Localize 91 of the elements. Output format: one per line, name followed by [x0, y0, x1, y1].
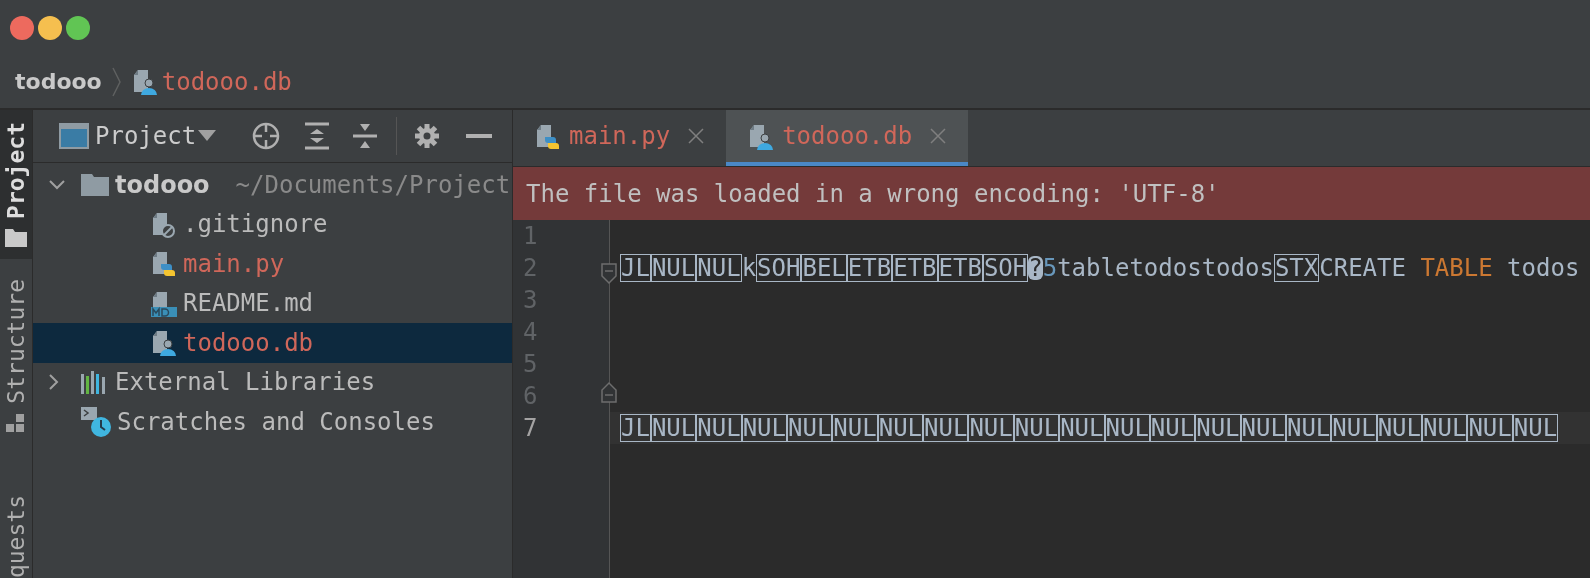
tree-item[interactable]: .gitignore [33, 204, 512, 244]
ignored-file-icon [151, 210, 177, 238]
control-character: NUL [696, 414, 742, 442]
markdown-file-icon [151, 289, 177, 317]
folder-icon [81, 173, 109, 196]
line-number: 7 [523, 413, 538, 444]
control-character: NUL [1422, 414, 1468, 442]
control-character: NUL [832, 414, 878, 442]
tool-window-tab[interactable]: Structure [0, 266, 32, 446]
control-character: NUL [1467, 414, 1513, 442]
control-character: NUL [923, 414, 969, 442]
breadcrumb-item[interactable]: todooo [15, 65, 102, 98]
control-character: NUL [650, 254, 697, 282]
control-character: NUL [741, 414, 787, 442]
folder-icon [5, 228, 27, 247]
control-character: JL [620, 414, 651, 442]
tab-label: todooo.db [782, 121, 913, 152]
control-character: NUL [1240, 414, 1286, 442]
control-character: NUL [1512, 414, 1559, 442]
control-character: STX [1273, 254, 1320, 282]
tree-item-label: Scratches and Consoles [117, 406, 435, 438]
control-character: NUL [968, 414, 1014, 442]
python-file-icon [535, 122, 561, 150]
caret-down-icon [198, 130, 217, 142]
control-character: SOH [756, 254, 802, 282]
control-character: NUL [1149, 414, 1196, 442]
control-character: NUL [650, 414, 697, 442]
tree-item-label: README.md [183, 288, 314, 320]
zoom-window-button[interactable] [66, 15, 90, 40]
control-character: ETB [892, 254, 938, 282]
tree-item[interactable]: todooo ~/Documents/Project [33, 165, 512, 205]
control-character: ETB [846, 254, 893, 282]
scratches-icon [81, 406, 111, 437]
control-character: NUL [787, 414, 833, 442]
chevron-down-icon[interactable] [49, 179, 65, 190]
control-character: NUL [1331, 414, 1377, 442]
tree-item-label: todooo.db [183, 327, 314, 359]
control-character: NUL [1104, 414, 1150, 442]
control-character: SOH [982, 254, 1029, 282]
settings-icon[interactable] [414, 123, 441, 149]
control-character: NUL [1013, 414, 1060, 442]
python-file-icon [151, 250, 177, 278]
code-text: tabletodostodos [1057, 253, 1274, 284]
number-text: 5 [1042, 253, 1058, 284]
tool-window-tab[interactable]: Project [0, 110, 32, 259]
keyword-text: TABLE [1420, 253, 1493, 284]
tool-window-tab[interactable]: quests [0, 486, 32, 578]
editor-tab[interactable]: main.py [513, 110, 727, 166]
minimize-icon[interactable] [466, 134, 493, 138]
database-user-icon [748, 122, 775, 150]
fold-marker-icon[interactable] [601, 263, 617, 285]
control-character: NUL [1059, 414, 1105, 442]
code-text: k [741, 253, 757, 284]
structure-icon [6, 413, 26, 434]
code-text: todos [1506, 253, 1580, 284]
locate-icon[interactable] [252, 122, 281, 150]
database-user-icon [131, 68, 158, 95]
tree-item-label: External Libraries [115, 367, 376, 399]
control-character: JL [620, 254, 651, 282]
tree-item-label: todooo [115, 169, 210, 201]
collapse-all-icon[interactable] [352, 122, 379, 150]
chevron-right-icon[interactable] [49, 374, 59, 391]
code-text: CREATE [1319, 253, 1407, 284]
minimize-window-button[interactable] [38, 15, 62, 40]
tree-item[interactable]: External Libraries [33, 362, 512, 402]
project-view-icon [59, 123, 89, 149]
control-character: NUL [696, 254, 742, 282]
breadcrumb-item[interactable]: todooo.db [161, 63, 292, 100]
breadcrumb-separator-icon [111, 66, 122, 97]
close-window-button[interactable] [10, 15, 34, 40]
control-character: NUL [877, 414, 924, 442]
fold-marker-icon[interactable] [601, 381, 617, 403]
database-user-icon [151, 329, 177, 357]
control-character: NUL [1376, 414, 1422, 442]
close-icon[interactable] [688, 128, 705, 144]
control-character: ETB [937, 254, 983, 282]
control-character: NUL [1285, 414, 1332, 442]
unknown-character: ? [1028, 256, 1043, 280]
control-character: BEL [801, 254, 847, 282]
tree-item[interactable]: main.py [33, 244, 512, 284]
tab-label: main.py [569, 121, 671, 152]
warning-text: The file was loaded in a wrong encoding: 'UTF-8' [526, 178, 1220, 210]
tree-item[interactable]: Scratches and Consoles [33, 402, 512, 442]
control-character: NUL [1195, 414, 1241, 442]
tree-item-path: ~/Documents/Project [235, 169, 511, 201]
expand-all-icon[interactable] [304, 122, 331, 150]
tree-item-label: .gitignore [183, 209, 328, 241]
tree-item-label: main.py [183, 248, 285, 280]
tree-item[interactable]: todooo.db [33, 323, 512, 363]
project-view-dropdown[interactable]: Project [95, 118, 217, 154]
tree-item[interactable]: README.md [33, 283, 512, 323]
